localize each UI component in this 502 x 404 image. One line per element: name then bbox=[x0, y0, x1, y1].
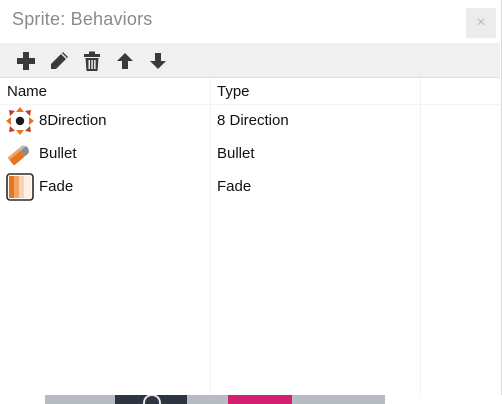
fade-icon bbox=[5, 172, 35, 202]
arrow-up-icon bbox=[117, 53, 133, 69]
edit-behavior-button[interactable] bbox=[48, 50, 70, 72]
behavior-name: 8Direction bbox=[39, 112, 107, 129]
move-down-button[interactable] bbox=[147, 50, 169, 72]
move-up-button[interactable] bbox=[114, 50, 136, 72]
column-header-type[interactable]: Type bbox=[217, 83, 250, 100]
behavior-type: 8 Direction bbox=[217, 112, 289, 129]
behavior-name: Fade bbox=[39, 178, 74, 195]
eight-direction-icon bbox=[5, 106, 35, 136]
behavior-name: Bullet bbox=[39, 145, 77, 162]
add-behavior-button[interactable] bbox=[15, 50, 37, 72]
title-bar[interactable]: Sprite: Behaviors × bbox=[0, 0, 500, 42]
background-glyph bbox=[143, 394, 161, 404]
column-header-name[interactable]: Name bbox=[7, 83, 47, 100]
background-app-color-block bbox=[228, 394, 292, 404]
plus-icon bbox=[17, 52, 35, 70]
behaviors-toolbar bbox=[0, 43, 500, 78]
behaviors-table: Name Type 8Direction 8 Direction Bullet … bbox=[0, 78, 500, 394]
table-row[interactable]: Bullet Bullet bbox=[0, 138, 500, 170]
table-row[interactable]: 8Direction 8 Direction bbox=[0, 105, 500, 137]
close-button[interactable]: × bbox=[466, 8, 496, 38]
behavior-type: Fade bbox=[217, 178, 252, 195]
background-app-strip bbox=[45, 394, 385, 404]
pencil-icon bbox=[51, 52, 68, 69]
dialog-title: Sprite: Behaviors bbox=[12, 9, 153, 29]
behavior-type: Bullet bbox=[217, 145, 255, 162]
behaviors-dialog: Sprite: Behaviors × Name Type 8Direction… bbox=[0, 0, 502, 395]
arrow-down-icon bbox=[150, 53, 166, 69]
trash-icon bbox=[84, 51, 100, 71]
table-row[interactable]: Fade Fade bbox=[0, 171, 500, 203]
bullet-icon bbox=[5, 139, 35, 169]
background-app-thumbnail bbox=[115, 394, 187, 404]
delete-behavior-button[interactable] bbox=[81, 50, 103, 72]
